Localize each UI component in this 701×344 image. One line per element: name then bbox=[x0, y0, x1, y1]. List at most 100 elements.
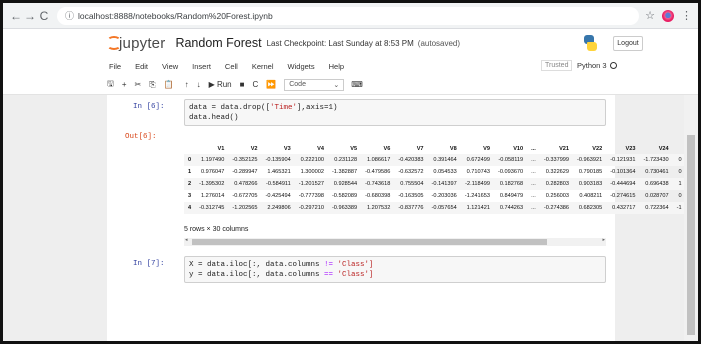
code-operator: == bbox=[324, 271, 334, 279]
notebook-name[interactable]: Random Forest bbox=[175, 36, 261, 50]
table-cell: -1.241653 bbox=[464, 193, 490, 199]
copy-icon[interactable]: ⎘ bbox=[149, 80, 155, 90]
restart-icon[interactable]: C bbox=[252, 80, 258, 89]
move-up-icon[interactable]: ↑ bbox=[185, 80, 189, 89]
kernel-indicator[interactable]: Python 3 bbox=[577, 61, 617, 70]
table-row: 3 1.276014 -0.672705 -0.425494 -0.777398 -0.5… bbox=[184, 190, 686, 202]
table-cell: -0.743618 bbox=[365, 181, 391, 187]
column-header: ... bbox=[531, 145, 536, 152]
table-cell: 0.478266 bbox=[234, 181, 258, 187]
cell-type-select[interactable]: Code ⌄ bbox=[284, 78, 345, 91]
code-text: X = data.iloc[:, data.columns bbox=[189, 261, 325, 269]
table-cell: -0.584911 bbox=[265, 181, 291, 187]
table-cell: -1.723430 bbox=[643, 157, 669, 163]
table-cell: 0.903183 bbox=[578, 181, 603, 187]
kernel-name: Python 3 bbox=[577, 61, 607, 70]
stop-icon[interactable]: ■ bbox=[240, 80, 245, 89]
keyboard-icon[interactable]: ⌨ bbox=[351, 80, 363, 89]
column-header: V9 bbox=[483, 145, 490, 152]
menu-edit[interactable]: Edit bbox=[135, 62, 148, 71]
bookmark-star-icon[interactable]: ☆ bbox=[645, 9, 655, 22]
extension-icon[interactable] bbox=[662, 9, 674, 22]
table-cell: -0.337999 bbox=[543, 157, 570, 163]
jupyter-header: jupyter Random Forest Last Checkpoint: L… bbox=[3, 29, 698, 57]
code-text: ],axis=1) bbox=[297, 104, 338, 112]
column-header: V8 bbox=[449, 145, 457, 152]
row-index: 1 bbox=[188, 169, 192, 175]
info-icon[interactable]: ⓘ bbox=[65, 9, 74, 22]
scrollbar-thumb[interactable] bbox=[687, 135, 695, 335]
forward-button[interactable]: → bbox=[23, 9, 37, 23]
table-cell: 1.197490 bbox=[200, 157, 225, 163]
code-cell[interactable]: X = data.iloc[:, data.columns != 'Class'… bbox=[184, 256, 606, 283]
trusted-indicator[interactable]: Trusted bbox=[541, 60, 573, 71]
menu-help[interactable]: Help bbox=[329, 62, 344, 71]
table-cell: -0.582089 bbox=[331, 193, 358, 199]
menu-kernel[interactable]: Kernel bbox=[252, 62, 274, 71]
menu-widgets[interactable]: Widgets bbox=[288, 62, 315, 71]
insert-cell-icon[interactable]: + bbox=[122, 80, 127, 89]
column-header: V21 bbox=[559, 145, 570, 152]
table-cell: 0.054533 bbox=[433, 169, 457, 175]
menu-cell[interactable]: Cell bbox=[225, 62, 238, 71]
table-cell: -0.777398 bbox=[298, 193, 324, 199]
code-string: 'Class'] bbox=[333, 271, 374, 279]
column-header: V22 bbox=[592, 145, 603, 152]
autosave-status: (autosaved) bbox=[417, 38, 461, 48]
table-cell: 0.672499 bbox=[466, 157, 490, 163]
restart-run-all-icon[interactable]: ⏩ bbox=[266, 80, 276, 89]
back-button[interactable]: ← bbox=[9, 9, 23, 23]
scroll-right-icon[interactable]: ▸ bbox=[602, 237, 605, 243]
table-cell: -0.093670 bbox=[497, 169, 524, 175]
input-prompt: In [7]: bbox=[133, 260, 165, 268]
table-cell: -0.963921 bbox=[577, 157, 603, 163]
table-cell: -2.118499 bbox=[465, 181, 490, 187]
code-text: y = data.iloc[:, data.columns bbox=[189, 271, 325, 279]
address-bar[interactable]: ⓘ localhost:8888/notebooks/Random%20Fore… bbox=[57, 6, 640, 25]
column-header bbox=[184, 143, 195, 154]
table-cell: ... bbox=[531, 169, 536, 175]
scroll-left-icon[interactable]: ◂ bbox=[185, 237, 188, 243]
menu-view[interactable]: View bbox=[162, 62, 178, 71]
code-string: 'Time' bbox=[270, 104, 298, 112]
run-button[interactable]: ▶ Run bbox=[209, 80, 232, 89]
code-cell[interactable]: data = data.drop(['Time'],axis=1) data.h… bbox=[184, 99, 606, 126]
notebook-page: In [6]: data = data.drop(['Time'],axis=1… bbox=[107, 95, 686, 341]
column-header: V10 bbox=[513, 145, 524, 152]
output-horizontal-scrollbar[interactable]: ◂ ▸ bbox=[184, 237, 606, 246]
scrollbar-thumb[interactable] bbox=[192, 239, 547, 245]
kernel-idle-icon bbox=[609, 62, 617, 69]
url-text: localhost:8888/notebooks/Random%20Forest… bbox=[78, 10, 273, 21]
logout-button[interactable]: Logout bbox=[613, 36, 643, 51]
notebook-toolbar: 🖫 + ✂ ⎘ 📋 ↑ ↓ ▶ Run ■ C ⏩ Code ⌄ ⌨ bbox=[3, 75, 698, 95]
table-cell: 0.322629 bbox=[545, 169, 570, 175]
column-header: V4 bbox=[317, 145, 324, 152]
output-prompt: Out[6]: bbox=[125, 133, 157, 141]
table-header-row: V1 V2 V3 V4 V5 V6 V7 V8 V9 V10... V21 V22 V23 V24 bbox=[184, 143, 686, 154]
jupyter-logo-icon bbox=[107, 36, 121, 50]
paste-icon[interactable]: 📋 bbox=[164, 80, 174, 89]
table-cell: 2.249806 bbox=[267, 205, 291, 211]
menu-file[interactable]: File bbox=[109, 62, 121, 71]
table-body: 0 1.197490 -0.352125 -0.135904 0.222100 0.231… bbox=[184, 154, 686, 214]
page-vertical-scrollbar[interactable] bbox=[684, 95, 698, 341]
table-cell: 1.276014 bbox=[200, 193, 225, 199]
browser-menu-icon[interactable]: ⋮ bbox=[681, 9, 692, 22]
jupyter-logo[interactable]: jupyter bbox=[107, 35, 165, 52]
reload-button[interactable]: C bbox=[37, 9, 51, 23]
table-cell: -0.837776 bbox=[398, 205, 424, 211]
table-cell: -0.274386 bbox=[543, 205, 570, 211]
move-down-icon[interactable]: ↓ bbox=[197, 80, 201, 89]
table-cell: ... bbox=[531, 181, 536, 187]
table-cell: 0.408211 bbox=[579, 193, 603, 199]
menu-insert[interactable]: Insert bbox=[192, 62, 211, 71]
cut-icon[interactable]: ✂ bbox=[135, 80, 142, 89]
table-cell: -0.057654 bbox=[431, 205, 457, 211]
table-cell: 0.231128 bbox=[334, 157, 358, 163]
table-cell: -0.058119 bbox=[498, 157, 524, 163]
row-index: 2 bbox=[188, 181, 192, 187]
save-icon[interactable]: 🖫 bbox=[107, 78, 114, 92]
dataframe-shape: 5 rows × 30 columns bbox=[184, 226, 249, 233]
code-line: data = data.drop(['Time'],axis=1) bbox=[189, 103, 601, 113]
table-cell: -0.963389 bbox=[331, 205, 358, 211]
